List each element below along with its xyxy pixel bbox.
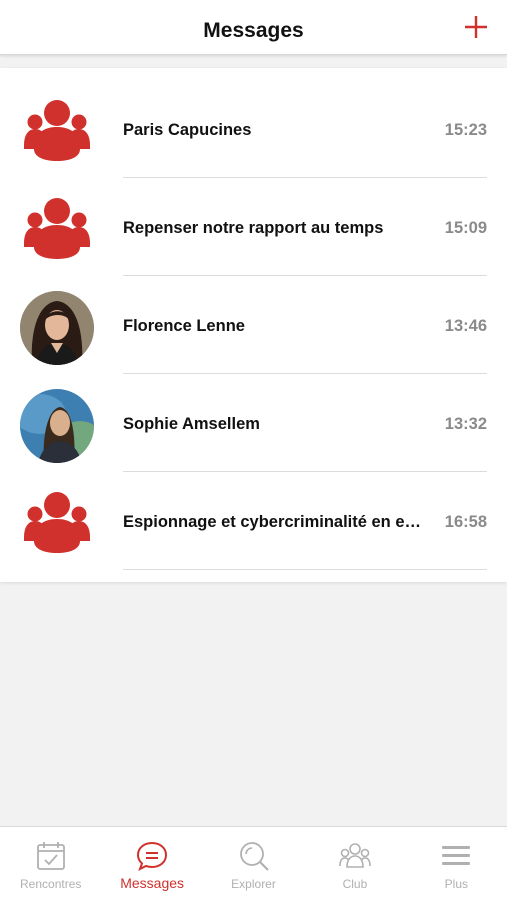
tab-label: Messages — [120, 875, 185, 891]
group-icon — [24, 492, 90, 553]
page-title: Messages — [203, 19, 304, 42]
conversation-time: 16:58 — [444, 513, 487, 531]
tab-plus[interactable]: Plus — [406, 827, 507, 900]
group-icon — [24, 198, 90, 259]
conversation-title: Espionnage et cybercriminalité en en... — [123, 513, 427, 531]
tab-label: Plus — [444, 877, 468, 891]
conversation-row[interactable]: Florence Lenne 13:46 — [0, 276, 507, 374]
tab-label: Rencontres — [20, 877, 82, 891]
conversation-title: Florence Lenne — [123, 317, 245, 335]
conversation-time: 15:23 — [444, 121, 487, 139]
calendar-check-icon — [36, 842, 65, 870]
tab-label: Club — [342, 877, 368, 891]
bottom-tab-bar: Rencontres Messages Explorer Club Plus — [0, 826, 507, 900]
tab-club[interactable]: Club — [304, 827, 405, 900]
people-icon — [339, 843, 371, 868]
conversation-row[interactable]: Sophie Amsellem 13:32 — [0, 374, 507, 472]
add-conversation-button[interactable] — [463, 14, 489, 40]
tab-rencontres[interactable]: Rencontres — [0, 827, 101, 900]
conversation-row[interactable]: Espionnage et cybercriminalité en en... … — [0, 472, 507, 570]
conversation-title: Repenser notre rapport au temps — [123, 219, 384, 237]
conversation-time: 13:32 — [444, 415, 487, 433]
user-avatar — [20, 291, 94, 365]
conversation-row[interactable]: Paris Capucines 15:23 — [0, 80, 507, 178]
tab-messages[interactable]: Messages — [101, 827, 202, 900]
search-icon — [239, 842, 269, 871]
user-avatar — [20, 389, 94, 463]
chat-bubble-icon — [137, 841, 168, 872]
group-avatar — [20, 193, 94, 267]
conversation-time: 15:09 — [444, 219, 487, 237]
plus-icon — [465, 16, 487, 38]
conversation-row[interactable]: Repenser notre rapport au temps 15:09 — [0, 178, 507, 276]
group-avatar — [20, 95, 94, 169]
group-avatar — [20, 487, 94, 561]
conversation-time: 13:46 — [444, 317, 487, 335]
row-divider — [123, 569, 487, 570]
conversation-title: Sophie Amsellem — [123, 415, 260, 433]
person-photo — [20, 389, 94, 463]
group-icon — [24, 100, 90, 161]
menu-icon — [442, 846, 471, 865]
tab-label: Explorer — [231, 877, 276, 891]
conversation-title: Paris Capucines — [123, 121, 252, 139]
top-bar: Messages — [0, 0, 507, 55]
conversation-list: Paris Capucines 15:23 Repenser notre rap… — [0, 68, 507, 582]
tab-explorer[interactable]: Explorer — [203, 827, 304, 900]
person-photo — [20, 291, 94, 365]
